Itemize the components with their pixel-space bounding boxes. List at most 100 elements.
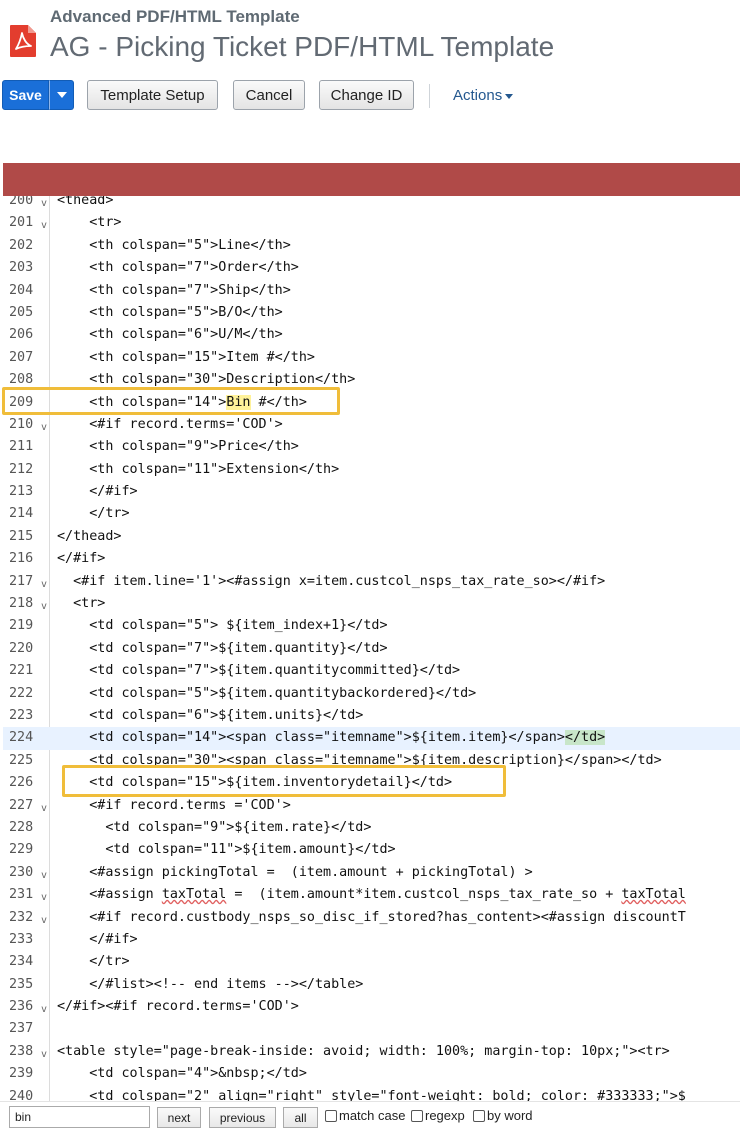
line-number: 221 [9, 663, 34, 679]
code-text: <td colspan="30"><span class="itemname">… [57, 752, 662, 768]
code-text: <td colspan="15">${item.inventorydetail}… [57, 775, 453, 791]
code-line[interactable]: 211 <th colspan="9">Price</th> [3, 436, 740, 458]
code-line[interactable]: 215 </thead> [3, 526, 740, 548]
match-case-label: match case [339, 1108, 406, 1123]
code-line[interactable]: 233 </#if> [3, 929, 740, 951]
code-line[interactable]: 226 <td colspan="15">${item.inventorydet… [3, 772, 740, 794]
line-number: 208 [9, 372, 34, 388]
code-line[interactable]: 221 <td colspan="7">${item.quantitycommi… [3, 660, 740, 682]
line-number: 227 [9, 797, 34, 813]
checkbox-box[interactable] [473, 1109, 485, 1122]
save-menu-button[interactable] [49, 80, 74, 110]
by-word-checkbox[interactable]: by word [473, 1108, 533, 1123]
code-line[interactable]: 231 v <#assign taxTotal = (item.amount*it… [3, 884, 740, 906]
cancel-button[interactable]: Cancel [233, 80, 305, 110]
code-text: <#if record.terms='COD'> [57, 416, 283, 432]
code-line[interactable]: 222 <td colspan="5">${item.quantitybacko… [3, 683, 740, 705]
line-number: 210 [9, 416, 34, 432]
code-text: <th colspan="5">B/O</th> [57, 304, 283, 320]
line-number: 234 [9, 954, 34, 970]
search-all-button[interactable]: all [283, 1107, 318, 1128]
code-text: <table style="page-break-inside: avoid; … [57, 1043, 670, 1059]
save-button[interactable]: Save [2, 80, 49, 110]
code-line[interactable]: 214 </tr> [3, 503, 740, 525]
code-line[interactable]: 238 v <table style="page-break-inside: avo… [3, 1041, 740, 1063]
code-line[interactable]: 202 <th colspan="5">Line</th> [3, 235, 740, 257]
code-line[interactable]: 230 v <#assign pickingTotal = (item.amoun… [3, 862, 740, 884]
code-text: <tr> [57, 596, 106, 612]
code-text: </tr> [57, 954, 130, 970]
code-text: <th colspan="9">Price</th> [57, 439, 299, 455]
code-line[interactable]: 229 <td colspan="11">${item.amount}</td> [3, 839, 740, 861]
match-case-checkbox[interactable]: match case [325, 1108, 405, 1123]
line-number: 226 [9, 775, 34, 791]
regexp-checkbox[interactable]: regexp [411, 1108, 465, 1123]
code-line[interactable]: 209 <th colspan="14">Bin #</th> [3, 392, 740, 414]
code-line[interactable]: 239 <td colspan="4">&nbsp;</td> [3, 1063, 740, 1085]
code-line[interactable]: 236 v </#if><#if record.terms='COD'> [3, 996, 740, 1018]
actions-label: Actions [453, 87, 503, 104]
code-text: </#if> [57, 931, 138, 947]
template-setup-button[interactable]: Template Setup [87, 80, 218, 110]
line-number: 239 [9, 1066, 34, 1082]
code-text: <#if record.custbody_nsps_so_disc_if_sto… [57, 909, 686, 925]
code-text: <td colspan="7">${item.quantity}</td> [57, 640, 388, 656]
line-number: 215 [9, 528, 34, 544]
code-line[interactable]: 227 v <#if record.terms ='COD'> [3, 795, 740, 817]
code-line[interactable]: 213 </#if> [3, 481, 740, 503]
checkbox-box[interactable] [411, 1109, 423, 1122]
code-line[interactable]: 207 <th colspan="15">Item #</th> [3, 347, 740, 369]
line-number: 200 [9, 196, 34, 208]
line-number: 224 [9, 730, 34, 746]
code-text: <td colspan="14"><span class="itemname">… [57, 730, 606, 746]
code-text: <th colspan="15">Item #</th> [57, 349, 315, 365]
code-line[interactable]: 219 <td colspan="5"> ${item_index+1}</td… [3, 615, 740, 637]
code-line[interactable]: 210 v <#if record.terms='COD'> [3, 414, 740, 436]
code-line[interactable]: 201 v <tr> [3, 212, 740, 234]
change-id-button[interactable]: Change ID [319, 80, 414, 110]
code-line[interactable]: 228 <td colspan="9">${item.rate}</td> [3, 817, 740, 839]
code-line[interactable]: 204 <th colspan="7">Ship</th> [3, 280, 740, 302]
code-line[interactable]: 212 <th colspan="11">Extension</th> [3, 459, 740, 481]
toolbar-divider [429, 84, 430, 108]
code-line[interactable]: 240 <td colspan="2" align="right" style=… [3, 1086, 740, 1101]
code-line[interactable]: 235 </#list><!-- end items --></table> [3, 974, 740, 996]
regexp-label: regexp [425, 1108, 465, 1123]
editor-banner [3, 163, 740, 196]
code-line[interactable]: 208 <th colspan="30">Description</th> [3, 369, 740, 391]
line-number: 205 [9, 304, 34, 320]
line-number: 211 [9, 439, 34, 455]
code-line[interactable]: 224 <td colspan="14"><span class="itemna… [3, 727, 740, 750]
code-text: <tr> [57, 215, 122, 231]
code-line[interactable]: 205 <th colspan="5">B/O</th> [3, 302, 740, 324]
line-number: 219 [9, 618, 34, 634]
code-line[interactable]: 232 v <#if record.custbody_nsps_so_disc_i… [3, 907, 740, 929]
code-line[interactable]: 217 v <#if item.line='1'><#assign x=item.… [3, 571, 740, 593]
save-button-group: Save [2, 80, 74, 110]
code-line[interactable]: 200 v <thead> [3, 196, 740, 212]
actions-menu[interactable]: Actions [453, 87, 514, 104]
search-previous-button[interactable]: previous [209, 1107, 276, 1128]
code-line[interactable]: 237 [3, 1018, 740, 1040]
line-number: 237 [9, 1021, 34, 1037]
code-text: <td colspan="7">${item.quantitycommitted… [57, 663, 461, 679]
search-input[interactable] [9, 1106, 150, 1128]
code-text: <th colspan="7">Order</th> [57, 260, 299, 276]
code-line[interactable]: 206 <th colspan="6">U/M</th> [3, 324, 740, 346]
checkbox-box[interactable] [325, 1109, 337, 1122]
code-line[interactable]: 220 <td colspan="7">${item.quantity}</td… [3, 638, 740, 660]
code-line[interactable]: 223 <td colspan="6">${item.units}</td> [3, 705, 740, 727]
code-text: </tr> [57, 506, 130, 522]
code-text: </thead> [57, 528, 122, 544]
code-text: <#if record.terms ='COD'> [57, 797, 291, 813]
code-line[interactable]: 203 <th colspan="7">Order</th> [3, 257, 740, 279]
code-editor[interactable]: 200 v <thead> 201 v <tr> 202 <th colspan="5">… [3, 196, 740, 1101]
line-number: 213 [9, 484, 34, 500]
line-number: 207 [9, 349, 34, 365]
code-text: <td colspan="2" align="right" style="fon… [57, 1088, 686, 1101]
search-next-button[interactable]: next [157, 1107, 201, 1128]
code-line[interactable]: 225 <td colspan="30"><span class="itemna… [3, 750, 740, 772]
code-line[interactable]: 234 </tr> [3, 951, 740, 973]
code-line[interactable]: 218 v <tr> [3, 593, 740, 615]
code-line[interactable]: 216 </#if> [3, 548, 740, 570]
